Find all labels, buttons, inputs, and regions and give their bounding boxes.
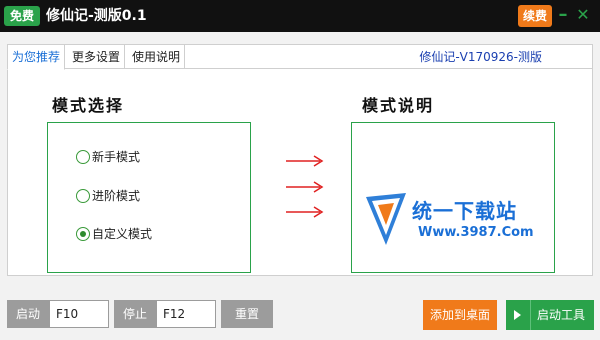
start-hotkey-input[interactable]: F10 <box>49 300 109 328</box>
launch-tool-button[interactable]: 启动工具 <box>506 300 594 330</box>
renew-button[interactable]: 续费 <box>518 5 552 27</box>
stop-hotkey-input[interactable]: F12 <box>156 300 216 328</box>
add-to-desktop-button[interactable]: 添加到桌面 <box>423 300 497 330</box>
radio-icon[interactable] <box>76 149 90 164</box>
logo-sub-text: Www.3987.Com <box>418 225 534 240</box>
mode-select-title: 模式选择 <box>52 96 125 115</box>
mode-desc-box: 统一下载站 Www.3987.Com <box>351 122 555 273</box>
arrow-right-icon <box>286 155 324 167</box>
free-badge: 免费 <box>4 6 41 26</box>
tab-bar: 为您推荐 更多设置 使用说明 修仙记-V170926-测版 <box>7 44 592 70</box>
mode-option-custom[interactable]: 自定义模式 <box>76 225 152 243</box>
close-icon[interactable]: ✕ <box>576 4 590 26</box>
version-label: 修仙记-V170926-测版 <box>419 50 542 64</box>
divider <box>530 300 531 330</box>
mode-option-label: 进阶模式 <box>92 189 141 203</box>
title-bar: 免费 修仙记-测版0.1 续费 – ✕ <box>0 0 600 32</box>
tab-usage-guide[interactable]: 使用说明 <box>128 45 186 69</box>
minimize-icon[interactable]: – <box>556 4 570 26</box>
site-logo: 统一下载站 Www.3987.Com <box>364 187 548 257</box>
main-panel: 为您推荐 更多设置 使用说明 修仙记-V170926-测版 模式选择 模式说明 … <box>7 44 593 276</box>
reset-button[interactable]: 重置 <box>221 300 273 328</box>
logo-main-text: 统一下载站 <box>412 199 517 223</box>
logo-mark-icon <box>366 193 406 245</box>
mode-option-beginner[interactable]: 新手模式 <box>76 148 140 166</box>
launch-tool-label: 启动工具 <box>537 308 586 322</box>
start-label: 启动 <box>7 300 49 328</box>
radio-checked-icon[interactable] <box>76 226 90 241</box>
play-icon <box>514 310 521 320</box>
mode-select-box: 新手模式 进阶模式 自定义模式 <box>47 122 251 273</box>
app-title: 修仙记-测版0.1 <box>46 8 147 24</box>
stop-label: 停止 <box>114 300 156 328</box>
tab-recommend[interactable]: 为您推荐 <box>7 44 66 70</box>
arrow-right-icon <box>286 206 324 218</box>
tab-more-settings[interactable]: 更多设置 <box>68 45 126 69</box>
arrow-right-icon <box>286 181 324 193</box>
mode-desc-title: 模式说明 <box>362 96 435 115</box>
mode-option-label: 新手模式 <box>92 150 141 164</box>
radio-icon[interactable] <box>76 188 90 203</box>
mode-option-label: 自定义模式 <box>92 227 153 241</box>
mode-option-advanced[interactable]: 进阶模式 <box>76 187 140 205</box>
